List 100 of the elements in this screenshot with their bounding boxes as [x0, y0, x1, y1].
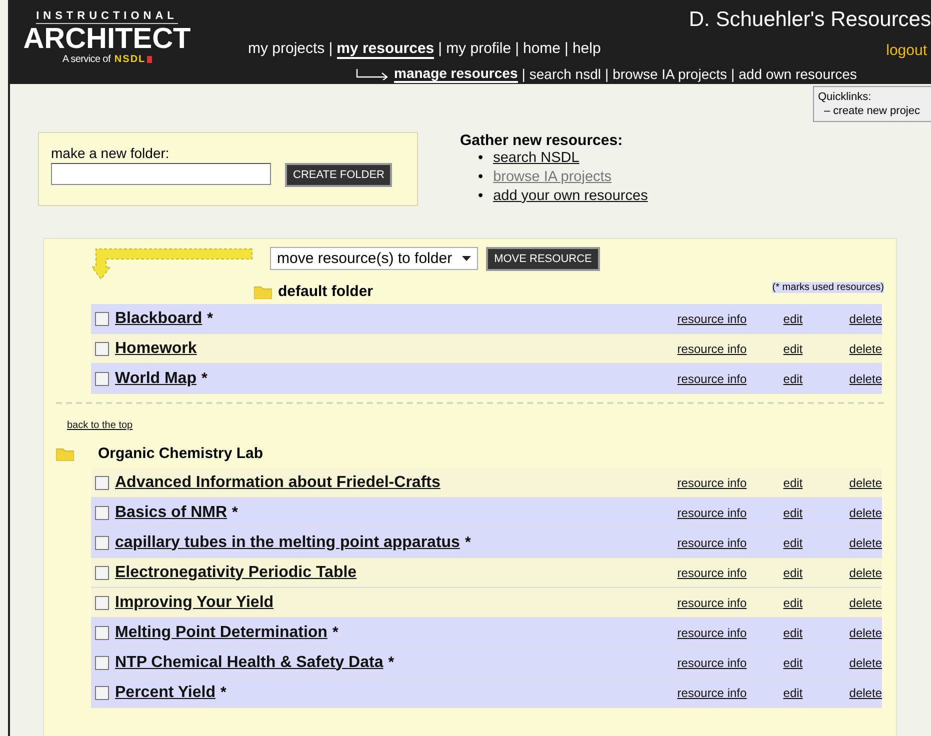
checkbox[interactable] — [95, 342, 109, 356]
used-marker: * — [207, 310, 213, 327]
resource-link[interactable]: add your own resources — [493, 187, 648, 206]
resource-title-link[interactable]: Advanced Information about Friedel-Crafts — [115, 474, 440, 492]
logo-tagline: INSTRUCTIONAL — [36, 10, 178, 24]
checkbox[interactable] — [95, 372, 109, 386]
resource-info-link[interactable]: resource info — [677, 536, 784, 550]
edit-link[interactable]: edit — [783, 536, 850, 550]
checkbox[interactable] — [95, 656, 109, 670]
folder-name: Organic Chemistry Lab — [98, 445, 264, 462]
bullet-text: • — [478, 168, 484, 187]
checkbox[interactable] — [95, 312, 109, 326]
edit-link[interactable]: edit — [783, 372, 850, 386]
delete-link[interactable]: delete — [849, 476, 882, 490]
quicklink[interactable]: – create new projec — [818, 104, 930, 118]
delete-link[interactable]: delete — [849, 626, 882, 640]
separator-text: | — [522, 66, 526, 82]
resource-title-link[interactable]: Electronegativity Periodic Table — [115, 564, 357, 582]
nav-link[interactable]: help — [572, 40, 601, 59]
delete-link[interactable]: delete — [849, 372, 882, 386]
edit-link[interactable]: edit — [783, 566, 850, 580]
separator-text: | — [328, 40, 333, 59]
back-to-top-link[interactable]: back to the top — [67, 420, 133, 431]
resource-title-link[interactable]: Homework — [115, 340, 197, 358]
checkbox[interactable] — [95, 626, 109, 640]
delete-link[interactable]: delete — [849, 342, 882, 356]
nav-link[interactable]: manage resources — [394, 65, 518, 83]
folder-icon — [254, 284, 272, 298]
used-marker: * — [464, 534, 471, 551]
resource-info-link[interactable]: resource info — [677, 476, 784, 490]
nav-link[interactable]: my projects — [248, 40, 325, 59]
resource-info-link[interactable]: resource info — [677, 596, 784, 610]
resource-info-link[interactable]: resource info — [677, 686, 784, 700]
edit-link[interactable]: edit — [783, 342, 850, 356]
nav-link[interactable]: my profile — [446, 40, 512, 59]
resource-info-link[interactable]: resource info — [677, 626, 784, 640]
delete-link[interactable]: delete — [849, 596, 882, 610]
nav-link[interactable]: home — [523, 40, 561, 59]
edit-link[interactable]: edit — [783, 656, 850, 670]
checkbox[interactable] — [95, 506, 109, 520]
delete-link[interactable]: delete — [849, 566, 882, 580]
checkbox[interactable] — [95, 476, 109, 490]
delete-link[interactable]: delete — [849, 506, 882, 520]
separator-text: | — [731, 66, 735, 82]
used-marker: * — [388, 654, 394, 671]
checkbox[interactable] — [95, 596, 109, 610]
legend-note: (* marks used resources) — [772, 282, 884, 293]
create-folder-button[interactable]: CREATE FOLDER — [285, 163, 392, 187]
folder-icon — [56, 446, 74, 460]
nav-link[interactable]: my resources — [336, 40, 434, 59]
service-text: A service of — [62, 54, 110, 65]
resource-title-link[interactable]: Basics of NMR — [115, 504, 228, 522]
delete-link[interactable]: delete — [849, 656, 882, 670]
resource-info-link[interactable]: resource info — [677, 342, 784, 356]
move-resource-button[interactable]: MOVE RESOURCE — [486, 247, 600, 271]
delete-link[interactable]: delete — [849, 536, 882, 550]
checkbox[interactable] — [95, 566, 109, 580]
field-label: make a new folder: — [51, 145, 170, 161]
quicklinks-title: Quicklinks: — [818, 90, 872, 104]
used-marker: * — [232, 504, 238, 521]
nav-link[interactable]: search nsdl — [529, 66, 601, 82]
resource-title-link[interactable]: capillary tubes in the melting point apparatus — [115, 534, 460, 552]
delete-link[interactable]: delete — [849, 312, 882, 326]
resource-info-link[interactable]: resource info — [677, 506, 784, 520]
resource-info-link[interactable]: resource info — [677, 312, 784, 326]
arrow-icon — [356, 68, 390, 80]
used-marker: * — [220, 684, 226, 701]
resource-title-link[interactable]: World Map — [115, 370, 196, 388]
resource-title-link[interactable]: Blackboard — [115, 310, 202, 328]
resource-link[interactable]: browse IA projects — [493, 168, 612, 187]
resource-info-link[interactable]: resource info — [677, 566, 784, 580]
edit-link[interactable]: edit — [783, 626, 850, 640]
resource-info-link[interactable]: resource info — [677, 372, 784, 386]
used-marker: * — [332, 624, 338, 641]
bullet-text: • — [478, 149, 484, 168]
checkbox[interactable] — [95, 686, 109, 700]
folder-select[interactable]: move resource(s) to folder — [270, 247, 478, 270]
edit-link[interactable]: edit — [783, 686, 850, 700]
resource-title-link[interactable]: Melting Point Determination — [115, 624, 328, 642]
separator-text: | — [515, 40, 519, 59]
folder-name: default folder — [278, 283, 374, 300]
checkbox[interactable] — [95, 536, 109, 550]
resource-title-link[interactable]: Improving Your Yield — [115, 594, 274, 612]
edit-link[interactable]: edit — [783, 312, 850, 326]
resource-link[interactable]: search NSDL — [493, 149, 580, 168]
nav-link[interactable]: browse IA projects — [612, 66, 727, 82]
nav-link[interactable]: add own resources — [738, 66, 857, 82]
separator-text: | — [564, 40, 568, 59]
resource-info-link[interactable]: resource info — [677, 656, 784, 670]
delete-link[interactable]: delete — [849, 686, 882, 700]
section-heading: Gather new resources: — [460, 132, 624, 149]
resource-title-link[interactable]: Percent Yield — [115, 684, 216, 702]
logout-link[interactable]: logout — [886, 42, 927, 59]
edit-link[interactable]: edit — [783, 506, 850, 520]
resource-title-link[interactable]: NTP Chemical Health & Safety Data — [115, 654, 384, 672]
edit-link[interactable]: edit — [783, 596, 850, 610]
folder-name-field[interactable] — [51, 163, 271, 185]
page-title: D. Schuehler's Resources — [688, 8, 931, 32]
caret-icon — [462, 256, 472, 261]
edit-link[interactable]: edit — [783, 476, 850, 490]
